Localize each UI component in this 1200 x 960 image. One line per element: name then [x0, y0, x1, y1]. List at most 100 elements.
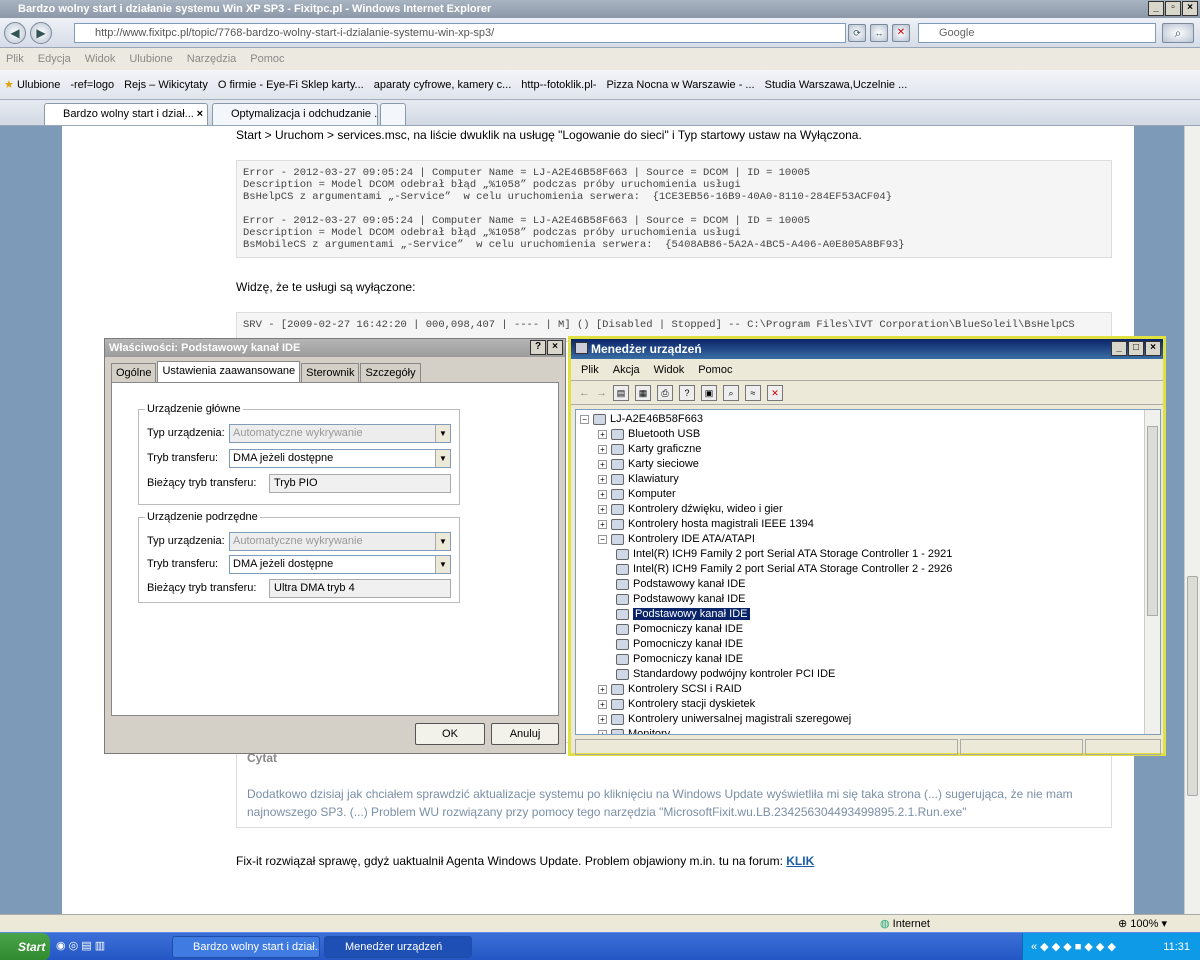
tree-category[interactable]: + Monitory [598, 727, 670, 734]
minimize-button[interactable]: _ [1111, 341, 1127, 356]
tree-device[interactable]: Podstawowy kanał IDE [616, 592, 746, 607]
tab-details[interactable]: Szczegóły [360, 363, 421, 382]
tree-scroll-thumb[interactable] [1147, 426, 1158, 616]
start-button[interactable]: Start [0, 933, 50, 960]
quick-launch-icons[interactable]: ◉ ◎ ▤ ▥ [56, 939, 105, 952]
expand-toggle[interactable]: − [598, 534, 607, 544]
favorite-link[interactable]: -ref=logo [70, 79, 114, 91]
close-button[interactable]: × [1145, 341, 1161, 356]
menu-action[interactable]: Akcja [613, 359, 640, 380]
help-icon[interactable]: ? [679, 384, 695, 401]
tree-device[interactable]: Pomocniczy kanał IDE [616, 637, 743, 652]
devmgr-title-bar[interactable]: Menedżer urządzeń _ □ × [571, 339, 1163, 359]
favorite-link[interactable]: Pizza Nocna w Warszawie - ... [606, 79, 754, 91]
dialog-title-bar[interactable]: Właściwości: Podstawowy kanał IDE ? × [105, 339, 565, 357]
favorite-link[interactable]: Studia Warszawa,Uczelnie ... [765, 79, 908, 91]
tree-category[interactable]: − Kontrolery IDE ATA/ATAPI [598, 532, 755, 547]
menu-tools[interactable]: Narzędzia [187, 48, 237, 70]
tree-view-icon[interactable]: ▤ [613, 384, 629, 401]
tree-device[interactable]: Podstawowy kanał IDE [616, 577, 746, 592]
klik-link[interactable]: KLIK [786, 854, 814, 868]
tab-advanced[interactable]: Ustawienia zaawansowane [157, 361, 301, 382]
tree-scrollbar[interactable] [1144, 410, 1160, 734]
menu-help[interactable]: Pomoc [250, 48, 284, 70]
menu-edit[interactable]: Edycja [38, 48, 71, 70]
close-tab-icon[interactable]: × [197, 104, 203, 124]
expand-toggle[interactable]: + [598, 729, 607, 734]
chevron-down-icon[interactable]: ▼ [435, 556, 450, 573]
tree-device[interactable]: Intel(R) ICH9 Family 2 port Serial ATA S… [616, 562, 952, 577]
minimize-button[interactable]: _ [1148, 1, 1164, 16]
tree-category[interactable]: + Karty sieciowe [598, 457, 699, 472]
forward-button[interactable]: ▶ [30, 22, 52, 44]
expand-toggle[interactable]: + [598, 444, 607, 454]
expand-toggle[interactable]: + [598, 459, 607, 469]
menu-favorites[interactable]: Ulubione [129, 48, 172, 70]
favorite-link[interactable]: http--fotoklik.pl- [521, 79, 596, 91]
menu-help[interactable]: Pomoc [698, 359, 732, 380]
cancel-button[interactable]: Anuluj [491, 723, 559, 745]
tree-category[interactable]: + Kontrolery hosta magistrali IEEE 1394 [598, 517, 814, 532]
tree-root[interactable]: − LJ-A2E46B58F663 [580, 412, 703, 427]
dialog-close-button[interactable]: × [547, 340, 563, 355]
favorite-link[interactable]: Rejs – Wikicytaty [124, 79, 208, 91]
tree-category[interactable]: + Kontrolery SCSI i RAID [598, 682, 742, 697]
menu-file[interactable]: Plik [581, 359, 599, 380]
refresh-icon[interactable]: ⟳ [848, 24, 866, 42]
favorite-link[interactable]: O firmie - Eye-Fi Sklep karty... [218, 79, 364, 91]
maximize-button[interactable]: ▫ [1165, 1, 1181, 16]
tree-category[interactable]: + Klawiatury [598, 472, 679, 487]
forward-arrow-icon[interactable]: → [596, 387, 607, 399]
expand-toggle[interactable]: + [598, 684, 607, 694]
new-tab-button[interactable] [380, 103, 406, 125]
back-button[interactable]: ◀ [4, 22, 26, 44]
taskbar-item-devmgr[interactable]: Menedżer urządzeń [324, 936, 472, 958]
help-button[interactable]: ? [530, 340, 546, 355]
slave-mode-select[interactable]: DMA jeżeli dostępne ▼ [229, 555, 451, 574]
tab-optimization[interactable]: Optymalizacja i odchudzanie ... [212, 103, 378, 125]
expand-toggle[interactable]: + [598, 489, 607, 499]
tree-category[interactable]: + Kontrolery uniwersalnej magistrali szer… [598, 712, 851, 727]
expand-toggle[interactable]: + [598, 699, 607, 709]
menu-file[interactable]: Plik [6, 48, 24, 70]
tree-device[interactable]: Pomocniczy kanał IDE [616, 652, 743, 667]
tree-device[interactable]: Podstawowy kanał IDE [616, 607, 750, 622]
chevron-down-icon[interactable]: ▼ [435, 450, 450, 467]
menu-view[interactable]: Widok [85, 48, 116, 70]
tab-general[interactable]: Ogólne [111, 363, 157, 382]
zoom-control[interactable]: ⊕ 100% ▾ [1118, 915, 1167, 933]
master-mode-select[interactable]: DMA jeżeli dostępne ▼ [229, 449, 451, 468]
uninstall-icon[interactable]: ✕ [767, 384, 783, 401]
tab-active[interactable]: Bardzo wolny start i dział... × [44, 103, 208, 125]
expand-toggle[interactable]: + [598, 714, 607, 724]
expand-toggle[interactable]: + [598, 474, 607, 484]
tree-device[interactable]: Pomocniczy kanał IDE [616, 622, 743, 637]
menu-view[interactable]: Widok [654, 359, 685, 380]
tree-category[interactable]: + Kontrolery dźwięku, wideo i gier [598, 502, 783, 517]
favorites-button[interactable]: ★ Ulubione [4, 78, 60, 91]
expand-toggle[interactable]: + [598, 519, 607, 529]
tree-category[interactable]: + Karty graficzne [598, 442, 701, 457]
go-icon[interactable]: ↔ [870, 24, 888, 42]
stop-icon[interactable]: ✕ [892, 24, 910, 42]
ok-button[interactable]: OK [415, 723, 485, 745]
tab-driver[interactable]: Sterownik [301, 363, 360, 382]
expand-toggle[interactable]: + [598, 429, 607, 439]
back-arrow-icon[interactable]: ← [579, 387, 590, 399]
print-icon[interactable]: ⎙ [657, 384, 673, 401]
favorite-link[interactable]: aparaty cyfrowe, kamery c... [374, 79, 512, 91]
scroll-thumb[interactable] [1187, 576, 1198, 796]
tree-category[interactable]: + Komputer [598, 487, 676, 502]
close-button[interactable]: × [1182, 1, 1198, 16]
scan-hardware-icon[interactable]: ⌕ [723, 384, 739, 401]
update-driver-icon[interactable]: ≈ [745, 384, 761, 401]
expand-toggle[interactable]: + [598, 504, 607, 514]
ie-title-bar[interactable]: Bardzo wolny start i działanie systemu W… [0, 0, 1200, 18]
properties-icon[interactable]: ▦ [635, 384, 651, 401]
taskbar-item-ie[interactable]: Bardzo wolny start i dział... [172, 936, 320, 958]
address-input[interactable]: http://www.fixitpc.pl/topic/7768-bardzo-… [74, 23, 846, 43]
search-input[interactable]: Google [918, 23, 1156, 43]
tree-category[interactable]: + Bluetooth USB [598, 427, 700, 442]
page-scrollbar[interactable] [1184, 126, 1200, 914]
tree-category[interactable]: + Kontrolery stacji dyskietek [598, 697, 755, 712]
